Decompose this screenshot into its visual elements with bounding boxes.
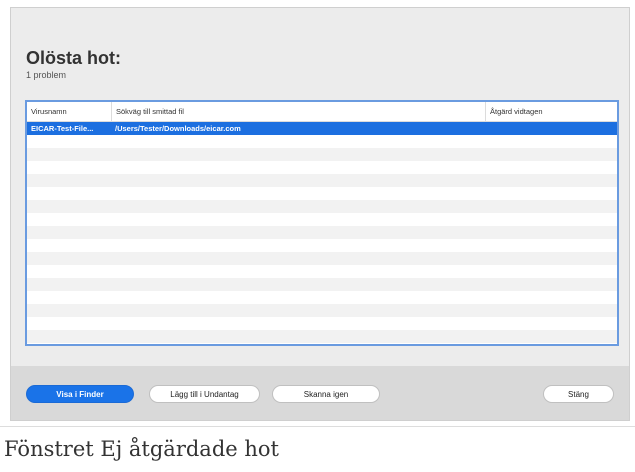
empty-table-row: [27, 213, 617, 226]
scan-again-button[interactable]: Skanna igen: [272, 385, 380, 403]
empty-table-row: [27, 291, 617, 304]
empty-table-row: [27, 304, 617, 317]
column-header-infected-path[interactable]: Sökväg till smittad fil: [111, 102, 485, 121]
show-in-finder-button[interactable]: Visa i Finder: [26, 385, 134, 403]
empty-table-row: [27, 265, 617, 278]
empty-table-row: [27, 135, 617, 148]
empty-table-row: [27, 239, 617, 252]
virus-name-cell: EICAR-Test-File...: [31, 124, 94, 133]
empty-table-row: [27, 343, 617, 344]
table-header: Virusnamn Sökväg till smittad fil Åtgärd…: [27, 102, 617, 122]
empty-table-row: [27, 317, 617, 330]
empty-table-row: [27, 174, 617, 187]
empty-table-row: [27, 148, 617, 161]
unresolved-threats-window: Olösta hot: 1 problem Virusnamn Sökväg t…: [10, 7, 630, 421]
threats-table[interactable]: Virusnamn Sökväg till smittad fil Åtgärd…: [25, 100, 619, 346]
empty-table-row: [27, 161, 617, 174]
column-header-virus-name[interactable]: Virusnamn: [27, 102, 111, 121]
caption-divider: [0, 426, 635, 427]
action-taken-cell: [485, 122, 617, 135]
add-to-exclusions-button[interactable]: Lägg till i Undantag: [149, 385, 260, 403]
close-button[interactable]: Stäng: [543, 385, 614, 403]
table-row[interactable]: EICAR-Test-File... /Users/Tester/Downloa…: [27, 122, 617, 135]
empty-table-row: [27, 200, 617, 213]
empty-table-row: [27, 278, 617, 291]
problem-count: 1 problem: [26, 70, 67, 80]
figure-caption: Fönstret Ej åtgärdade hot: [4, 437, 279, 461]
column-header-action-taken[interactable]: Åtgärd vidtagen: [485, 102, 617, 121]
button-bar: Visa i Finder Lägg till i Undantag Skann…: [11, 366, 629, 420]
empty-table-row: [27, 226, 617, 239]
table-body: EICAR-Test-File... /Users/Tester/Downloa…: [27, 122, 617, 344]
empty-table-row: [27, 330, 617, 343]
page-title: Olösta hot:: [26, 48, 121, 68]
empty-table-row: [27, 187, 617, 200]
empty-rows: [27, 135, 617, 344]
infected-path-cell: /Users/Tester/Downloads/eicar.com: [115, 124, 241, 133]
empty-table-row: [27, 252, 617, 265]
